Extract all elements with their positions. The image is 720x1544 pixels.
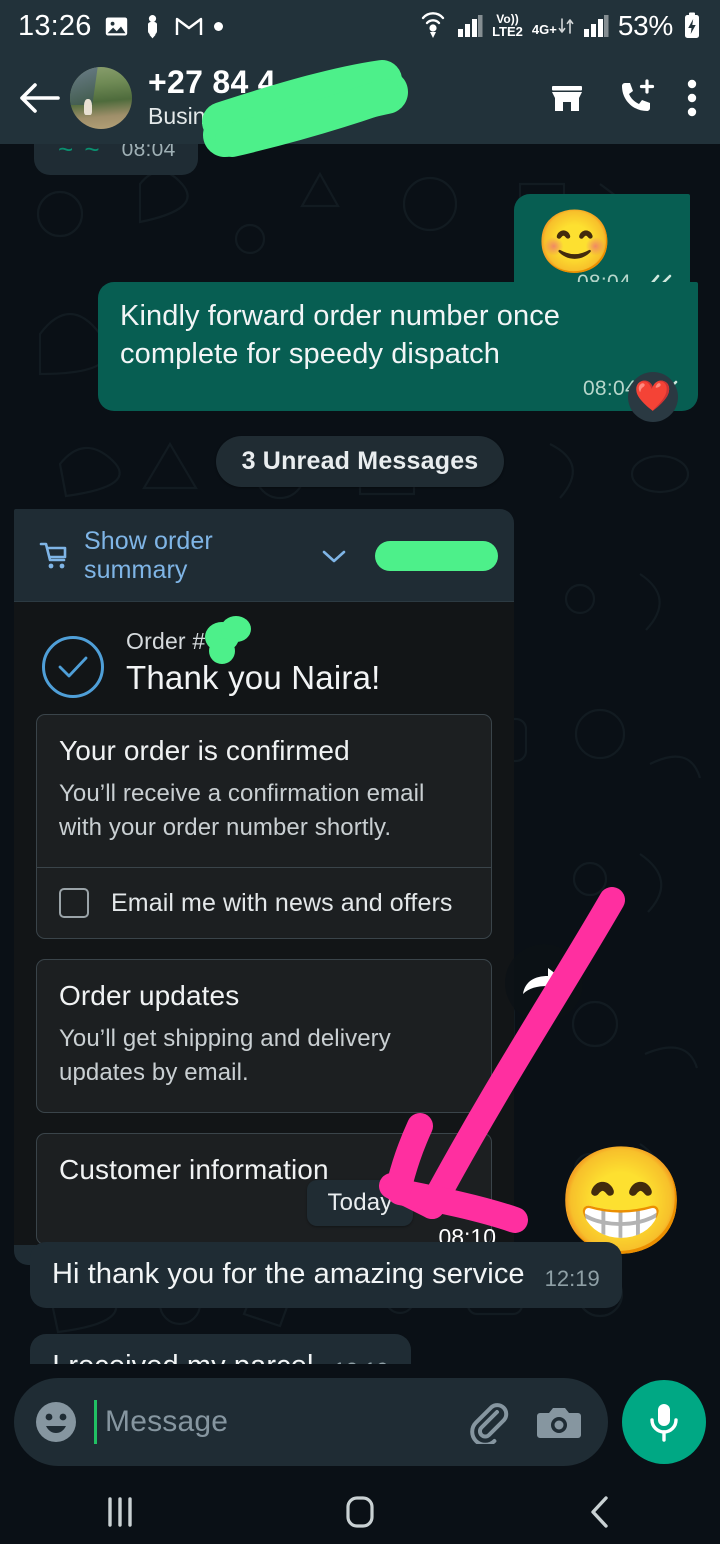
recents-icon bbox=[108, 1497, 132, 1527]
order-section-confirmed: Your order is confirmed You’ll receive a… bbox=[36, 714, 492, 940]
contact-info[interactable]: +27 84 4 Business Account bbox=[148, 64, 546, 130]
forward-button[interactable] bbox=[505, 944, 583, 1022]
message-input[interactable]: Message bbox=[105, 1405, 452, 1439]
battery-percent: 53% bbox=[617, 10, 673, 41]
signal-icon bbox=[457, 14, 483, 38]
emoji-icon[interactable] bbox=[32, 1398, 80, 1446]
email-optin-row[interactable]: Email me with news and offers bbox=[37, 868, 491, 938]
home-button[interactable] bbox=[300, 1480, 420, 1544]
order-card-header[interactable]: Show order summary bbox=[22, 517, 506, 601]
overflow-menu-icon[interactable] bbox=[684, 76, 700, 120]
date-divider-label: Today bbox=[307, 1180, 413, 1226]
message-bubble-4[interactable]: I received my parcel 12:19 bbox=[30, 1334, 411, 1364]
dot-icon bbox=[213, 21, 223, 31]
chat-header: +27 84 4 Business Account bbox=[0, 52, 720, 144]
section-title: Your order is confirmed bbox=[59, 735, 350, 766]
back-button[interactable] bbox=[10, 69, 68, 127]
hotspot-icon bbox=[418, 12, 448, 40]
order-section-updates: Order updates You’ll get shipping and de… bbox=[36, 959, 492, 1114]
paperclip-icon[interactable] bbox=[466, 1400, 510, 1444]
message-row-4[interactable]: I received my parcel 12:19 bbox=[30, 1334, 411, 1364]
message-text: I received my parcel bbox=[52, 1348, 314, 1364]
partial-text: ~ ~ bbox=[58, 144, 102, 164]
download-icon bbox=[141, 13, 164, 40]
section-title: Order updates bbox=[59, 980, 240, 1012]
contact-name: +27 84 4 bbox=[148, 64, 276, 101]
unread-divider-label: 3 Unread Messages bbox=[215, 436, 505, 487]
contact-avatar[interactable] bbox=[70, 67, 132, 129]
redacted-price bbox=[375, 541, 498, 571]
image-icon bbox=[103, 13, 130, 40]
chat-body[interactable]: ~ ~ 08:04 😊 08:04 Kindly forward order n… bbox=[0, 144, 720, 1364]
message-bubble-3[interactable]: Hi thank you for the amazing service 12:… bbox=[30, 1242, 622, 1308]
recents-button[interactable] bbox=[60, 1480, 180, 1544]
forward-icon bbox=[523, 968, 565, 994]
add-call-icon[interactable] bbox=[614, 77, 658, 119]
order-greeting: Thank you Naira! bbox=[126, 659, 381, 696]
home-icon bbox=[346, 1496, 374, 1528]
message-row-2[interactable]: Kindly forward order number once complet… bbox=[98, 282, 698, 412]
camera-icon[interactable] bbox=[536, 1402, 582, 1442]
message-row-3[interactable]: Hi thank you for the amazing service 12:… bbox=[30, 1242, 622, 1308]
order-confirmed-check-icon bbox=[42, 636, 104, 698]
message-bubble-partial[interactable]: ~ ~ 08:04 bbox=[34, 144, 198, 175]
message-bubble-text[interactable]: Kindly forward order number once complet… bbox=[98, 282, 698, 412]
order-number-label: Order # bbox=[126, 616, 252, 664]
message-reaction-heart[interactable]: ❤️ bbox=[628, 372, 678, 422]
gmail-icon bbox=[175, 15, 203, 37]
message-row-partial[interactable]: ~ ~ 08:04 bbox=[34, 144, 198, 175]
back-icon bbox=[591, 1496, 608, 1528]
floating-emoji: 😁 bbox=[556, 1143, 687, 1260]
android-nav-bar bbox=[0, 1480, 720, 1544]
section-body: You’ll get shipping and delivery updates… bbox=[59, 1025, 391, 1087]
message-composer[interactable]: Message bbox=[14, 1378, 608, 1466]
message-time: 12:19 bbox=[544, 1265, 600, 1291]
chevron-down-icon[interactable] bbox=[321, 547, 347, 565]
message-input-bar: Message bbox=[0, 1364, 720, 1480]
contact-subtitle: Business Account bbox=[148, 103, 330, 130]
status-bar: 13:26 Vo)) LTE2 4G+ 53% bbox=[0, 0, 720, 52]
email-optin-label: Email me with news and offers bbox=[111, 888, 453, 917]
status-clock: 13:26 bbox=[18, 9, 92, 42]
redacted-order-number bbox=[205, 616, 253, 664]
signal-2-icon bbox=[583, 14, 609, 38]
shopping-cart-icon bbox=[36, 539, 70, 573]
message-emoji: 😊 bbox=[536, 208, 614, 277]
message-time: 08:04 bbox=[121, 144, 176, 161]
unread-divider: 3 Unread Messages bbox=[0, 436, 720, 487]
show-order-summary-label: Show order summary bbox=[84, 527, 213, 584]
phone-screen: 13:26 Vo)) LTE2 4G+ 53% +27 84 4 Busines… bbox=[0, 0, 720, 1544]
battery-charging-icon bbox=[682, 12, 702, 40]
text-caret bbox=[94, 1400, 97, 1444]
business-catalog-icon[interactable] bbox=[546, 77, 588, 119]
message-text: Hi thank you for the amazing service bbox=[52, 1258, 525, 1290]
email-optin-checkbox[interactable] bbox=[59, 888, 89, 919]
volte-icon: Vo)) LTE2 bbox=[492, 12, 523, 39]
order-summary-card[interactable]: Show order summary Order # Thank you Nai… bbox=[14, 509, 514, 1266]
data-4gplus-icon: 4G+ bbox=[532, 16, 574, 36]
nav-back-button[interactable] bbox=[540, 1480, 660, 1544]
mic-button[interactable] bbox=[622, 1380, 706, 1464]
microphone-icon bbox=[650, 1404, 678, 1442]
order-card-body: Order # Thank you Naira! Your order is c… bbox=[14, 601, 514, 1246]
section-body: You’ll receive a confirmation email with… bbox=[59, 780, 425, 842]
message-text: Kindly forward order number once complet… bbox=[120, 300, 561, 370]
